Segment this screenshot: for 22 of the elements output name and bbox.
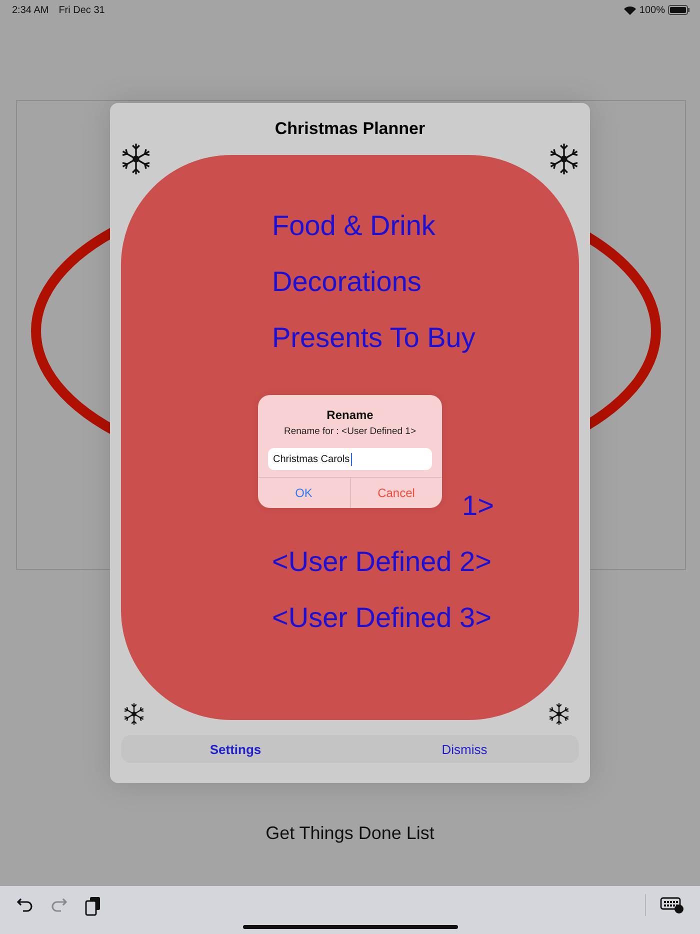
category-item[interactable]: <User Defined 2> xyxy=(272,534,492,590)
dialog-title: Rename xyxy=(326,408,374,422)
ok-button[interactable]: OK xyxy=(258,478,350,508)
wifi-icon xyxy=(624,6,636,14)
category-item[interactable]: 1> xyxy=(462,478,494,534)
status-time: 2:34 AM xyxy=(12,4,49,16)
name-field[interactable]: Christmas Carols xyxy=(268,448,432,470)
settings-button[interactable]: Settings xyxy=(121,735,350,763)
battery-percentage: 100% xyxy=(639,4,665,16)
dismiss-button[interactable]: Dismiss xyxy=(350,735,579,763)
category-item[interactable]: Food & Drink xyxy=(272,198,436,254)
category-item[interactable]: Decorations xyxy=(272,254,422,310)
snowflake-icon xyxy=(122,702,146,726)
list-title: Get Things Done List xyxy=(266,823,434,843)
snowflake-icon xyxy=(547,702,571,726)
cancel-button[interactable]: Cancel xyxy=(350,478,442,508)
category-item[interactable]: Presents To Buy xyxy=(272,310,476,366)
status-date: Fri Dec 31 xyxy=(58,4,105,16)
dialog-message: Rename for : <User Defined 1> xyxy=(284,426,416,437)
category-item[interactable]: <User Defined 3> xyxy=(272,590,492,646)
battery-icon xyxy=(668,5,690,15)
planner-title: Christmas Planner xyxy=(274,118,426,140)
